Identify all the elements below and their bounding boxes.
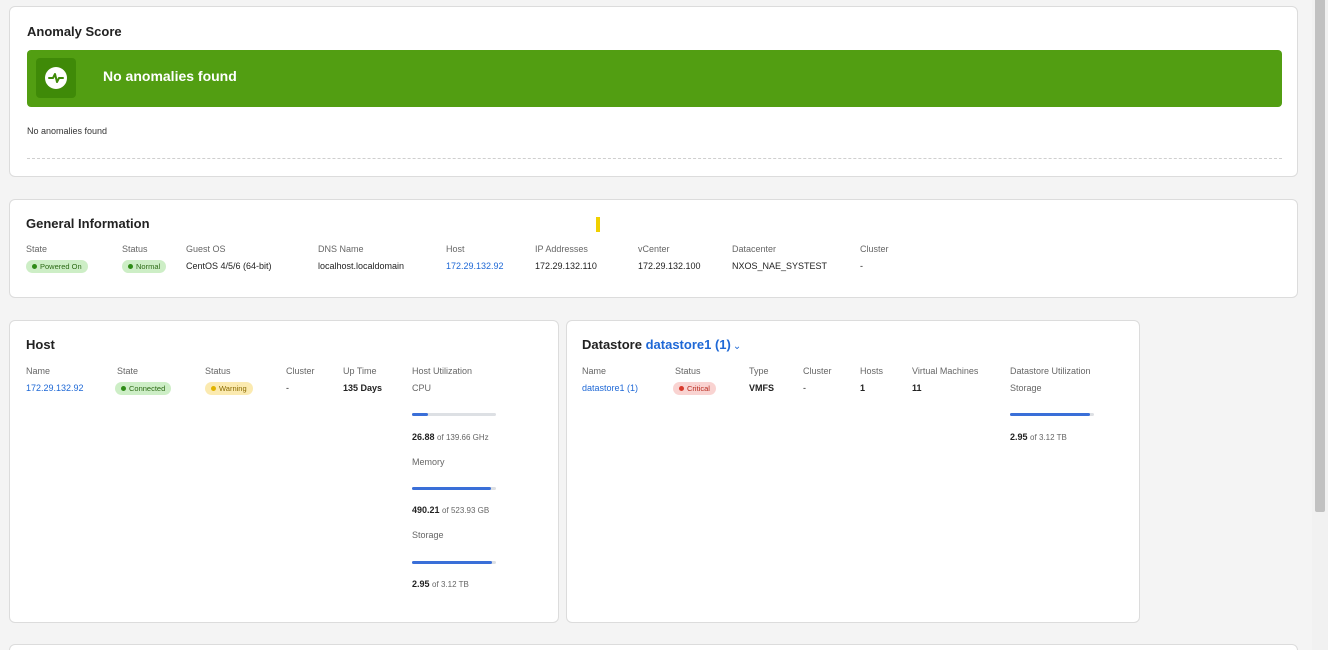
datastore-cluster-value: - [803,383,806,393]
status-dot-icon [211,386,216,391]
guest-os-label: Guest OS [186,244,226,254]
datastore-type-label: Type [749,366,769,376]
datastore-storage-text: 2.95 of 3.12 TB [1010,432,1067,442]
datastore-type-value: VMFS [749,383,775,393]
datastore-hosts-value: 1 [860,383,866,393]
datastore-cluster-label: Cluster [803,366,832,376]
datastore-hosts-label: Hosts [860,366,884,376]
datastore-title: Datastore datastore1 (1) ⌄ [582,337,742,352]
datastore-card: Datastore datastore1 (1) ⌄ Name datastore… [566,320,1140,623]
no-anomalies-banner: No anomalies found [27,50,1282,107]
storage-usage-text: 2.95 of 3.12 TB [412,579,469,589]
storage-label: Storage [412,530,444,540]
host-state-badge: Connected [115,382,172,395]
scrollbar-thumb[interactable] [1315,0,1325,512]
anomaly-note: No anomalies found [27,126,108,136]
datastore-utilization-label: Datastore Utilization [1010,366,1091,376]
state-badge: Powered On [26,260,88,273]
heartbeat-icon-box [36,58,76,98]
host-utilization-label: Host Utilization [412,366,473,376]
chevron-down-icon[interactable]: ⌄ [733,341,741,352]
host-uptime-label: Up Time [343,366,377,376]
host-title: Host [26,337,55,352]
status-dot-icon [128,264,133,269]
guest-os-value: CentOS 4/5/6 (64-bit) [186,261,272,271]
dns-name-value: localhost.localdomain [318,261,405,271]
divider [27,158,1282,159]
status-badge: Normal [122,260,167,273]
host-status-badge: Warning [205,382,253,395]
next-card [9,644,1298,650]
anomaly-score-title: Anomaly Score [27,24,122,39]
cursor-marker [596,217,600,232]
host-name-link[interactable]: 172.29.132.92 [26,383,84,393]
datastore-name-label: Name [582,366,607,376]
datastore-status-badge: Critical [673,382,716,395]
anomaly-score-card: Anomaly Score No anomalies found No anom… [9,6,1298,177]
dns-name-label: DNS Name [318,244,364,254]
ip-addresses-label: IP Addresses [535,244,588,254]
ip-addresses-value: 172.29.132.110 [535,261,597,271]
memory-label: Memory [412,457,445,467]
cpu-label: CPU [412,383,432,393]
host-status-label: Status [205,366,231,376]
host-state-label: State [117,366,139,376]
memory-usage-bar [412,487,496,490]
host-uptime-value: 135 Days [343,383,383,393]
cpu-usage-bar [412,413,496,416]
cpu-usage-text: 26.88 of 139.66 GHz [412,432,489,442]
status-dot-icon [32,264,37,269]
banner-message: No anomalies found [103,68,237,84]
datacenter-value: NXOS_NAE_SYSTEST [732,261,828,271]
host-card: Host Name 172.29.132.92 State Connected … [9,320,559,623]
datastore-storage-bar [1010,413,1094,416]
host-link[interactable]: 172.29.132.92 [446,261,504,271]
general-information-card: General Information State Powered On Sta… [9,199,1298,298]
status-dot-icon [679,386,684,391]
datastore-vms-value: 11 [912,383,922,393]
state-label: State [26,244,48,254]
cluster-value: - [860,261,863,271]
cluster-label: Cluster [860,244,889,254]
datastore-status-label: Status [675,366,701,376]
status-dot-icon [121,386,126,391]
host-label: Host [446,244,465,254]
heartbeat-icon [45,67,67,89]
datastore-storage-label: Storage [1010,383,1042,393]
memory-usage-text: 490.21 of 523.93 GB [412,505,490,515]
status-label: Status [122,244,148,254]
datastore-vms-label: Virtual Machines [912,366,979,376]
general-information-title: General Information [26,216,150,231]
host-name-label: Name [26,366,51,376]
vcenter-label: vCenter [638,244,670,254]
host-cluster-label: Cluster [286,366,315,376]
storage-usage-bar [412,561,496,564]
datastore-selector[interactable]: datastore1 (1) [646,337,731,352]
datacenter-label: Datacenter [732,244,777,254]
vcenter-value: 172.29.132.100 [638,261,701,271]
host-cluster-value: - [286,383,289,393]
datastore-name-link[interactable]: datastore1 (1) [582,383,638,393]
